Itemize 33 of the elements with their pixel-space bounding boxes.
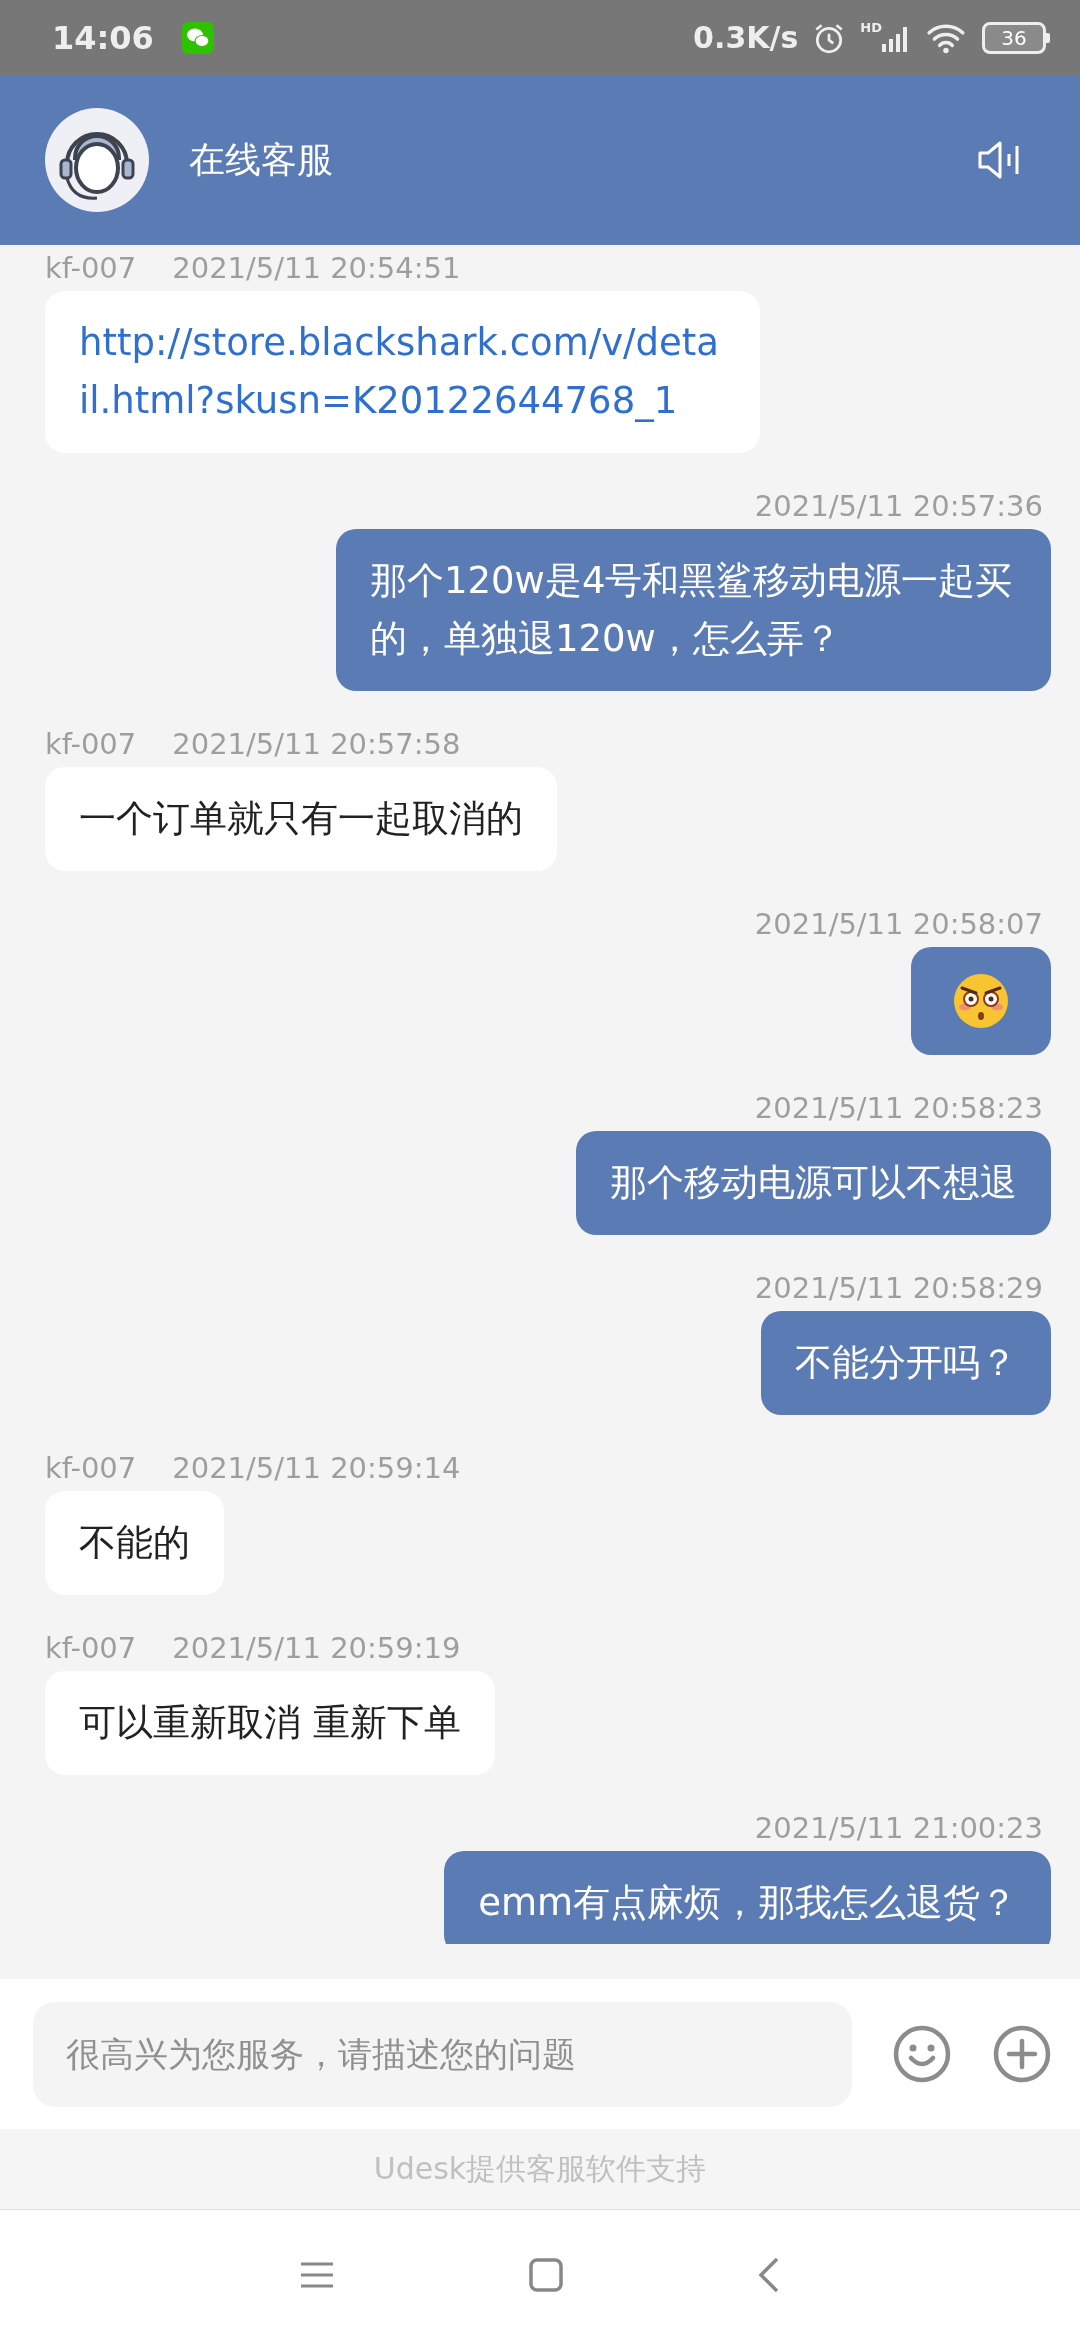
chat-title: 在线客服 <box>189 137 333 182</box>
add-icon[interactable] <box>992 2024 1052 2084</box>
agent-name: kf-007 <box>45 727 137 761</box>
message-text: 那个移动电源可以不想退 <box>610 1161 1017 1204</box>
message-time: 2021/5/11 20:57:36 <box>754 489 1043 523</box>
message-text: emm有点麻烦，那我怎么退货？ <box>478 1881 1017 1924</box>
agent-name: kf-007 <box>45 1631 137 1665</box>
back-icon[interactable] <box>758 2257 780 2293</box>
message-time: 2021/5/11 20:58:29 <box>754 1271 1043 1305</box>
emoji-icon[interactable] <box>892 2024 952 2084</box>
message-time: 2021/5/11 20:59:14 <box>172 1451 461 1485</box>
message-time: 2021/5/11 20:54:51 <box>172 251 461 285</box>
message-time: 2021/5/11 20:59:19 <box>172 1631 461 1665</box>
message-input[interactable]: 很高兴为您服务，请描述您的问题 <box>33 2001 852 2107</box>
message-time: 2021/5/11 20:57:58 <box>172 727 461 761</box>
message-text: 一个订单就只有一起取消的 <box>79 797 523 840</box>
agent-name: kf-007 <box>45 251 137 285</box>
message-text: 那个120w是4号和黑鲨移动电源一起买的，单独退120w，怎么弄？ <box>370 559 1013 660</box>
message-time: 2021/5/11 20:58:07 <box>754 907 1043 941</box>
product-link[interactable]: http://store.blackshark.com/v/detail.html?skusn=K20122644768_1 <box>79 314 726 430</box>
network-type: HD <box>860 19 882 35</box>
message-time: 2021/5/11 20:58:23 <box>754 1091 1043 1125</box>
menu-icon[interactable] <box>300 2261 334 2289</box>
clock: 14:06 <box>52 18 154 57</box>
chat-app-icon <box>181 21 214 54</box>
network-speed: 0.3K/s <box>693 20 799 55</box>
message-text: 不能的 <box>79 1521 190 1564</box>
message-text: 可以重新取消 重新下单 <box>79 1701 461 1744</box>
message-time: 2021/5/11 21:00:23 <box>754 1811 1043 1845</box>
message-text: 不能分开吗？ <box>795 1341 1017 1384</box>
home-icon[interactable] <box>529 2258 563 2292</box>
agent-name: kf-007 <box>45 1451 137 1485</box>
angry-face-icon <box>951 971 1011 1031</box>
